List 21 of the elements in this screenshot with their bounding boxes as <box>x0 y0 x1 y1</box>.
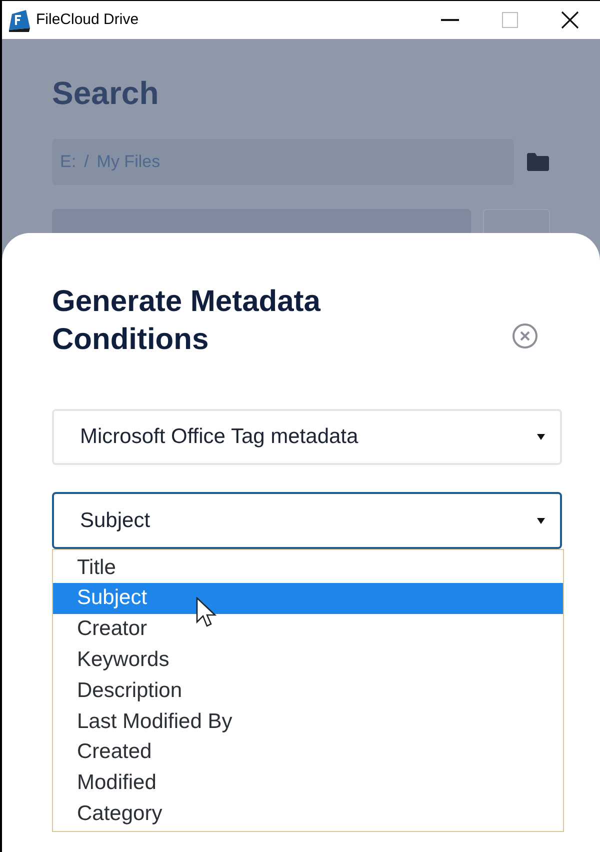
dropdown-option[interactable]: Category <box>53 798 563 830</box>
folder-icon[interactable] <box>526 152 550 172</box>
dropdown-option[interactable]: Subject <box>53 582 563 614</box>
close-icon[interactable] <box>561 11 579 29</box>
dropdown-option[interactable]: Creator <box>53 614 563 644</box>
dropdown-option[interactable]: Description <box>53 675 563 706</box>
dropdown-option[interactable]: Title <box>53 552 563 583</box>
caret-icon <box>536 516 546 524</box>
dropdown-option[interactable]: Created <box>53 736 563 768</box>
dialog-title: Generate Metadata Conditions <box>52 284 322 358</box>
metadata-type-select[interactable]: Microsoft Office Tag metadata <box>52 409 562 465</box>
dropdown-option[interactable]: Last Modified By <box>53 706 563 737</box>
dropdown-option[interactable]: Keywords <box>53 644 563 676</box>
dropdown-option[interactable]: Modified <box>53 768 563 798</box>
maximize-icon[interactable] <box>502 12 518 28</box>
path-separator: / <box>84 151 89 174</box>
app-logo-icon <box>6 8 32 32</box>
window-title: FileCloud Drive <box>36 10 139 30</box>
caret-icon <box>536 433 546 441</box>
metadata-field-select[interactable]: Subject <box>52 492 562 549</box>
page-title: Search <box>52 77 160 109</box>
